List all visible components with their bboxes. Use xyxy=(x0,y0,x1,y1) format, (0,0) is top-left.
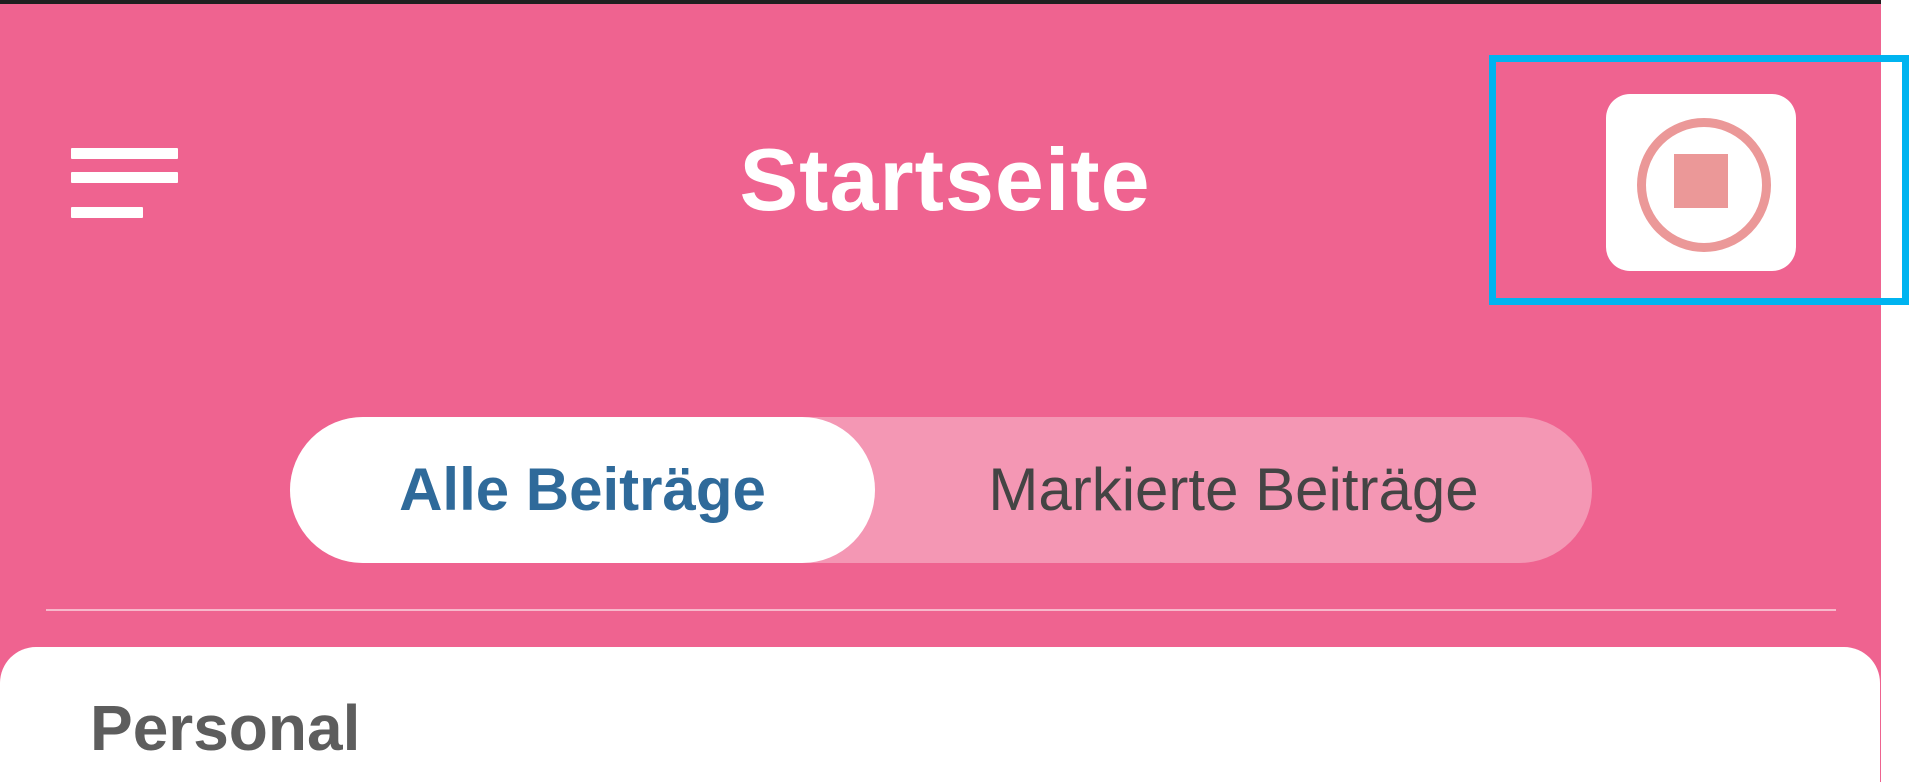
menu-icon-line-top xyxy=(71,148,178,159)
menu-button[interactable] xyxy=(60,138,180,228)
menu-icon-line-middle xyxy=(71,172,178,183)
stop-square-icon xyxy=(1674,154,1728,208)
post-filter-tabs: Alle Beiträge Markierte Beiträge xyxy=(290,417,1592,563)
page-title: Startseite xyxy=(739,130,1151,229)
stop-button[interactable] xyxy=(1606,94,1796,271)
section-title: Personal xyxy=(90,692,361,764)
tab-marked-posts[interactable]: Markierte Beiträge xyxy=(875,417,1592,563)
content-card: Personal xyxy=(0,647,1880,782)
tab-all-posts[interactable]: Alle Beiträge xyxy=(290,417,875,563)
header-divider xyxy=(46,609,1836,611)
menu-icon-line-bottom xyxy=(71,207,143,218)
